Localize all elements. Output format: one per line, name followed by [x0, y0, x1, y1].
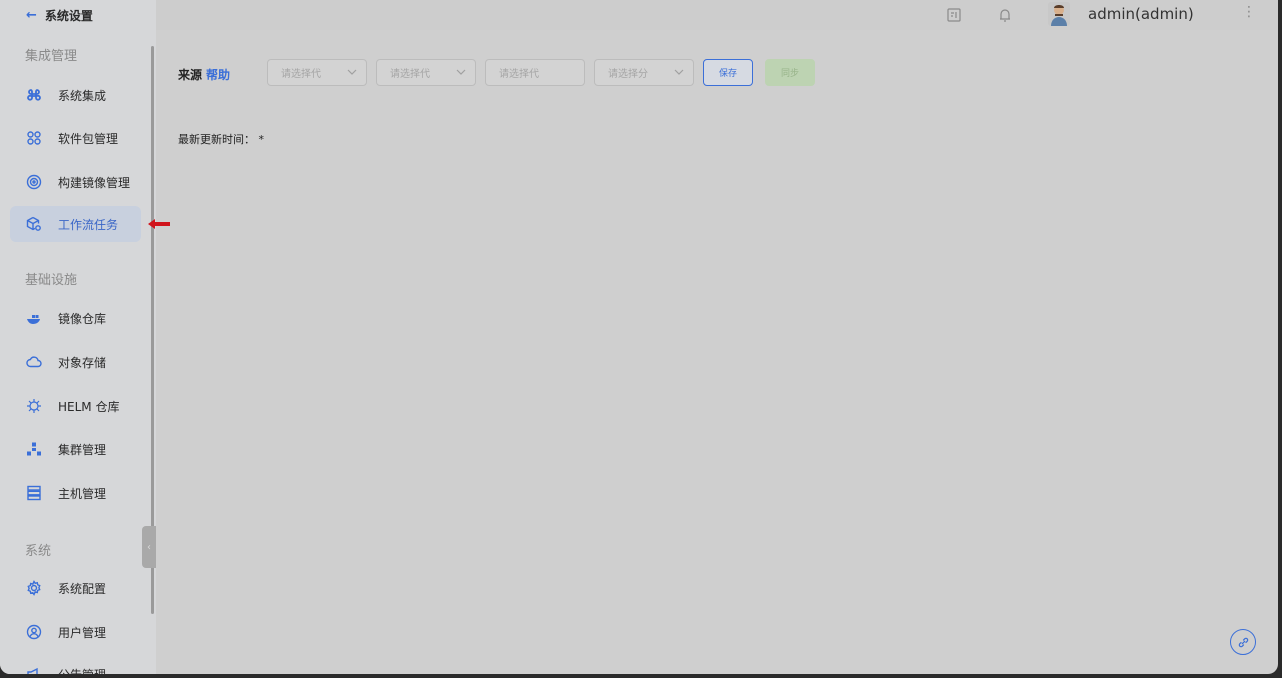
select-placeholder: 请选择代 [281, 69, 321, 80]
section-title-integration: 集成管理 [25, 49, 78, 64]
sidebar-item-label: 公告管理 [58, 666, 106, 675]
sidebar-item-workflow-tasks[interactable]: 工作流任务 [10, 206, 141, 242]
link-icon [1238, 637, 1248, 647]
sidebar-item-label: 对象存储 [58, 355, 107, 370]
sidebar: ← 系统设置 集成管理 系统集成 软件包管理 构建镜像管理 工作流任务 基础设施… [0, 0, 156, 674]
section-title-system: 系统 [25, 544, 52, 559]
sidebar-item-label: 构建镜像管理 [58, 175, 131, 190]
sidebar-item-label: 镜像仓库 [58, 311, 107, 326]
server-icon [26, 485, 42, 501]
chevron-down-icon [347, 69, 357, 75]
sidebar-item-cluster-management[interactable]: 集群管理 [10, 431, 141, 467]
chevron-down-icon [456, 69, 466, 75]
collapse-sidebar-button[interactable]: ‹ [142, 526, 156, 568]
back-arrow-icon: ← [26, 7, 37, 23]
source-select-2[interactable]: 请选择代 [376, 59, 476, 86]
source-label: 来源 帮助 [178, 66, 230, 83]
user-name[interactable]: admin(admin) [1088, 5, 1194, 23]
app-window: ← 系统设置 集成管理 系统集成 软件包管理 构建镜像管理 工作流任务 基础设施… [0, 0, 1278, 674]
docker-icon [26, 310, 42, 326]
source-label-text: 来源 [178, 68, 203, 82]
chevron-down-icon [674, 69, 684, 75]
update-time: 最新更新时间： * [178, 131, 264, 147]
sidebar-item-user-management[interactable]: 用户管理 [10, 614, 141, 650]
sidebar-item-label: 集群管理 [58, 442, 107, 457]
main-content: 来源 帮助 请选择代 请选择代 请选择代 请选择分 保存 同步 最新更新时间： * [156, 30, 1278, 674]
user-icon [26, 624, 42, 640]
sidebar-item-host-management[interactable]: 主机管理 [10, 475, 141, 511]
top-header: admin(admin) ⋮ [156, 0, 1278, 30]
grid-icon [26, 130, 42, 146]
sidebar-item-label: 主机管理 [58, 486, 107, 501]
help-link[interactable]: 帮助 [206, 68, 230, 82]
command-icon [26, 87, 42, 103]
helm-icon [26, 398, 42, 414]
update-time-label: 最新更新时间： [178, 133, 255, 146]
cloud-icon [26, 354, 42, 370]
save-button[interactable]: 保存 [703, 59, 753, 86]
cluster-icon [26, 441, 42, 457]
source-select-1[interactable]: 请选择代 [267, 59, 367, 86]
source-select-3[interactable]: 请选择代 [485, 59, 585, 86]
sidebar-item-label: HELM 仓库 [58, 399, 120, 414]
gear-icon [26, 580, 42, 596]
sidebar-item-helm-repository[interactable]: HELM 仓库 [10, 388, 141, 424]
sidebar-item-image-registry[interactable]: 镜像仓库 [10, 300, 141, 336]
sidebar-item-package-management[interactable]: 软件包管理 [10, 120, 141, 156]
sidebar-item-system-config[interactable]: 系统配置 [10, 570, 141, 606]
sidebar-item-label: 工作流任务 [58, 217, 119, 232]
section-title-infrastructure: 基础设施 [25, 273, 78, 288]
disc-icon [26, 174, 42, 190]
select-placeholder: 请选择代 [390, 69, 430, 80]
select-placeholder: 请选择代 [499, 69, 539, 80]
sidebar-item-label: 系统配置 [58, 581, 107, 596]
chevron-left-icon: ‹ [147, 541, 151, 553]
floating-link-button[interactable] [1230, 629, 1256, 655]
select-placeholder: 请选择分 [608, 69, 648, 80]
more-icon[interactable]: ⋮ [1242, 4, 1256, 20]
sidebar-item-label: 用户管理 [58, 625, 107, 640]
back-button[interactable]: ← 系统设置 [0, 0, 156, 30]
cube-settings-icon [26, 216, 42, 232]
source-select-4[interactable]: 请选择分 [594, 59, 694, 86]
sidebar-item-label: 系统集成 [58, 88, 107, 103]
sidebar-item-label: 软件包管理 [58, 131, 119, 146]
avatar[interactable] [1048, 2, 1070, 26]
sidebar-item-object-storage[interactable]: 对象存储 [10, 344, 141, 380]
document-icon[interactable] [946, 7, 962, 23]
sync-button[interactable]: 同步 [765, 59, 815, 86]
update-time-value: * [258, 133, 265, 146]
bell-icon[interactable] [997, 7, 1013, 23]
sidebar-item-build-image-management[interactable]: 构建镜像管理 [10, 164, 141, 200]
announcement-icon [26, 666, 42, 674]
back-label: 系统设置 [44, 8, 93, 23]
sidebar-item-system-integration[interactable]: 系统集成 [10, 77, 141, 113]
sidebar-item-announcement-management[interactable]: 公告管理 [10, 656, 141, 674]
